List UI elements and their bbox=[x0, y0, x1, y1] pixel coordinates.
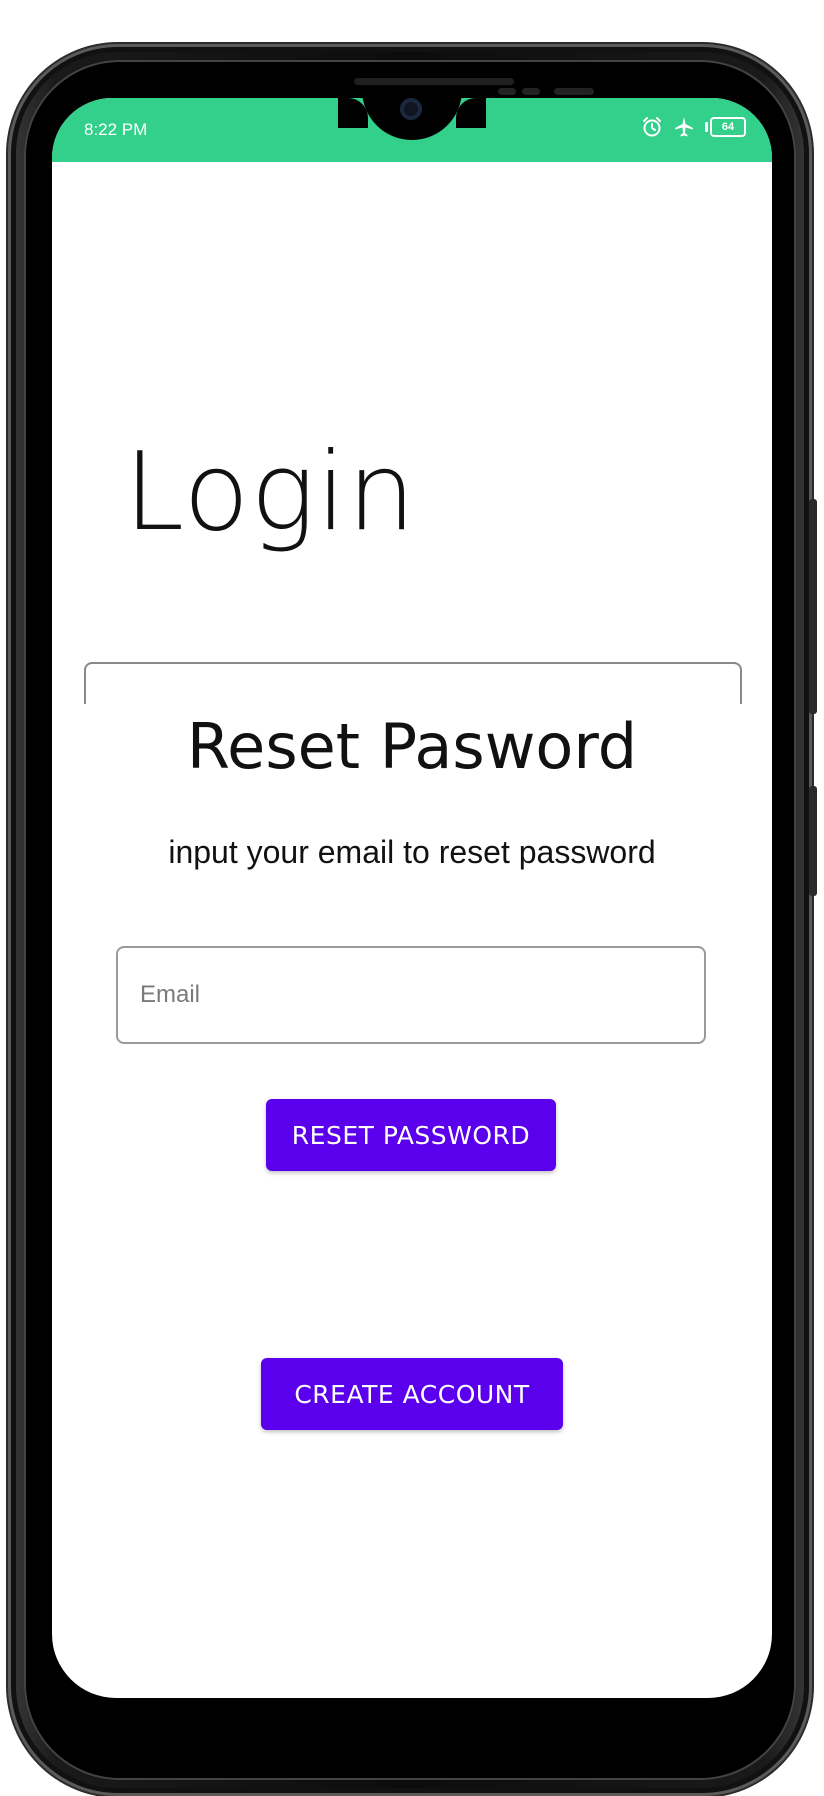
reset-password-button[interactable]: RESET PASSWORD bbox=[266, 1099, 556, 1171]
create-account-button[interactable]: CREATE ACCOUNT bbox=[261, 1358, 563, 1430]
reset-card-border bbox=[84, 662, 742, 704]
volume-button bbox=[809, 499, 817, 714]
sensor bbox=[522, 88, 540, 95]
front-camera-icon bbox=[400, 98, 422, 120]
sensor bbox=[554, 88, 594, 95]
status-icons: 64 bbox=[641, 116, 746, 138]
battery-tip bbox=[705, 122, 708, 132]
screen: 8:22 PM 64 Login Reset Pasword input you… bbox=[52, 98, 772, 1698]
reset-card-subtitle: input your email to reset password bbox=[168, 834, 656, 870]
battery-level: 64 bbox=[710, 117, 746, 137]
status-time: 8:22 PM bbox=[84, 120, 148, 139]
battery-icon: 64 bbox=[705, 117, 746, 137]
page-title: Login bbox=[124, 430, 417, 555]
airplane-mode-icon bbox=[673, 116, 695, 138]
reset-card-title: Reset Pasword bbox=[186, 710, 638, 783]
email-field[interactable] bbox=[116, 946, 706, 1044]
power-button bbox=[809, 786, 817, 896]
sensor bbox=[498, 88, 516, 95]
alarm-icon bbox=[641, 116, 663, 138]
earpiece bbox=[354, 78, 514, 85]
